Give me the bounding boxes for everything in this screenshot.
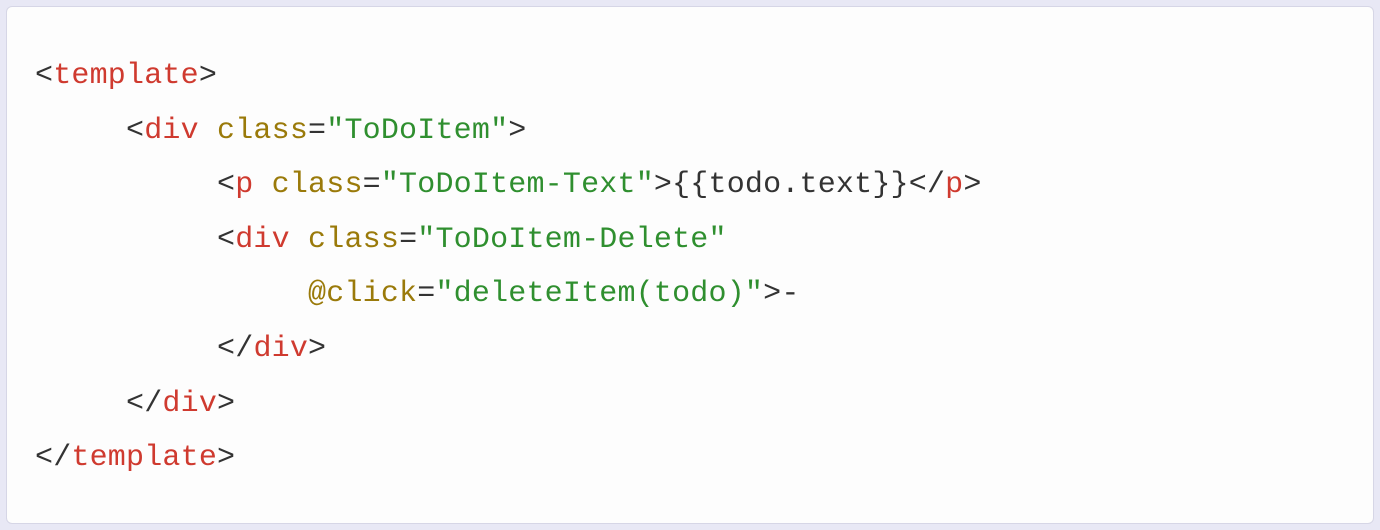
code-token-punct: < xyxy=(217,168,235,202)
code-token-tag: template xyxy=(53,59,199,93)
code-token-text: - xyxy=(781,277,799,311)
code-token-punct: > xyxy=(217,387,235,421)
code-token-punct: > xyxy=(963,168,981,202)
code-token-punct: </ xyxy=(217,332,253,366)
code-token-string: "ToDoItem" xyxy=(326,114,508,148)
code-token-tag: div xyxy=(162,387,217,421)
code-line: </template> xyxy=(35,441,235,475)
code-token-attr: class xyxy=(217,114,308,148)
code-block-frame: <template> <div class="ToDoItem"> <p cla… xyxy=(6,6,1374,524)
code-block: <template> <div class="ToDoItem"> <p cla… xyxy=(35,49,1345,486)
code-token-punct: = xyxy=(399,223,417,257)
code-line: <p class="ToDoItem-Text">{{todo.text}}</… xyxy=(35,168,982,202)
code-token-punct: < xyxy=(217,223,235,257)
code-line: </div> xyxy=(35,332,326,366)
code-line: @click="deleteItem(todo)">- xyxy=(35,277,800,311)
code-token-punct: </ xyxy=(909,168,945,202)
code-token-text: {{todo.text}} xyxy=(672,168,909,202)
code-token-tag: template xyxy=(71,441,217,475)
code-token-tag: p xyxy=(235,168,253,202)
code-token-punct: = xyxy=(363,168,381,202)
code-token-string: "ToDoItem-Delete" xyxy=(417,223,726,257)
code-token-tag: p xyxy=(945,168,963,202)
code-line: <div class="ToDoItem-Delete" xyxy=(35,223,727,257)
code-token-punct: > xyxy=(308,332,326,366)
code-token-attr: @click xyxy=(308,277,417,311)
code-token-punct: < xyxy=(35,59,53,93)
code-token-punct xyxy=(290,223,308,257)
code-token-punct: < xyxy=(126,114,144,148)
code-token-punct: > xyxy=(199,59,217,93)
code-token-punct: > xyxy=(508,114,526,148)
code-token-punct xyxy=(253,168,271,202)
code-token-tag: div xyxy=(235,223,290,257)
code-token-punct: > xyxy=(654,168,672,202)
code-token-punct xyxy=(199,114,217,148)
code-token-punct: > xyxy=(763,277,781,311)
code-token-attr: class xyxy=(272,168,363,202)
code-token-tag: div xyxy=(253,332,308,366)
code-token-attr: class xyxy=(308,223,399,257)
code-token-tag: div xyxy=(144,114,199,148)
code-line: <div class="ToDoItem"> xyxy=(35,114,526,148)
code-token-punct: = xyxy=(308,114,326,148)
code-line: <template> xyxy=(35,59,217,93)
code-line: </div> xyxy=(35,387,235,421)
code-token-punct: > xyxy=(217,441,235,475)
code-token-string: "ToDoItem-Text" xyxy=(381,168,654,202)
code-token-punct: </ xyxy=(35,441,71,475)
code-token-punct: = xyxy=(417,277,435,311)
code-token-string: "deleteItem(todo)" xyxy=(435,277,763,311)
code-token-punct: </ xyxy=(126,387,162,421)
